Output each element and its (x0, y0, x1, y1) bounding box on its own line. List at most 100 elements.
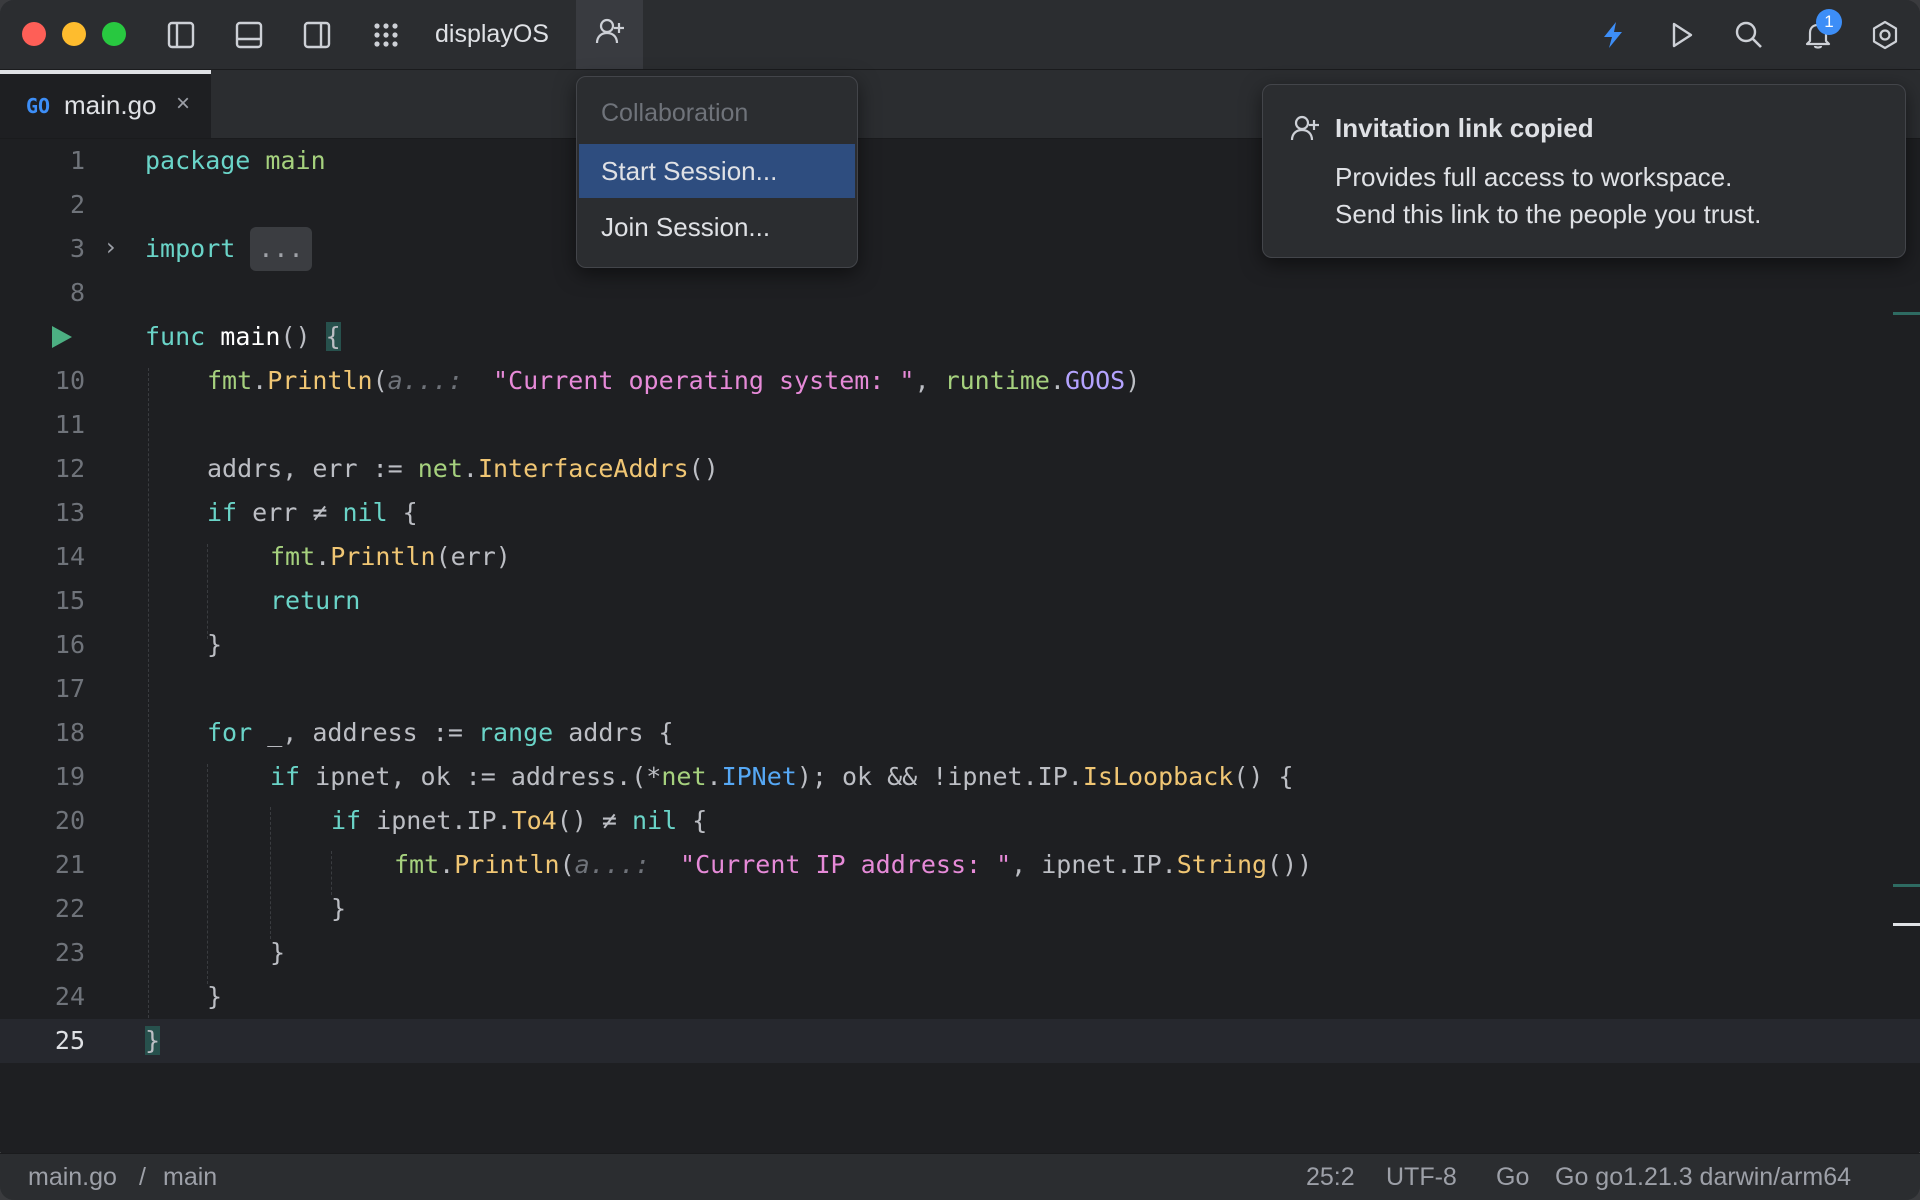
caret-position[interactable]: 25:2 (1306, 1162, 1355, 1192)
search-icon[interactable] (1728, 14, 1770, 56)
code-line: 18 for _, address := range addrs { (0, 711, 1920, 755)
code-text: func main() { (145, 322, 341, 351)
go-file-icon: GO (26, 94, 51, 118)
code-line: func main() { (0, 315, 1920, 359)
line-number: 3 (69, 234, 85, 263)
chevron-right-icon[interactable]: › (106, 233, 116, 261)
minimize-window-button[interactable] (62, 22, 86, 46)
code-line: 13 if err ≠ nil { (0, 491, 1920, 535)
code-text: } (145, 1026, 161, 1055)
line-number: 16 (54, 630, 85, 659)
code-line: 21 fmt.Println(a...: "Current IP address… (0, 843, 1920, 887)
lightning-icon[interactable] (1592, 14, 1634, 56)
code-line: 8 (0, 271, 1920, 315)
code-text: } (207, 630, 223, 659)
line-number: 10 (54, 366, 85, 395)
add-user-icon (594, 16, 626, 53)
file-language[interactable]: Go (1496, 1162, 1529, 1192)
code-line: 14 fmt.Println(err) (0, 535, 1920, 579)
sidebar-left-icon[interactable] (160, 14, 202, 56)
line-number: 22 (54, 894, 85, 923)
breadcrumb-function[interactable]: main (163, 1162, 217, 1192)
folded-imports[interactable]: ... (250, 227, 312, 271)
breadcrumb-separator: / (139, 1163, 146, 1191)
code-text: } (270, 938, 286, 967)
scrollbar-caret-marker[interactable] (1893, 923, 1920, 926)
menu-item-label: Join Session... (601, 212, 771, 242)
code-text: fmt.Println(err) (270, 542, 511, 571)
close-icon[interactable]: × (176, 90, 190, 118)
menu-item-join-session[interactable]: Join Session... (579, 200, 855, 254)
code-line: 23 } (0, 931, 1920, 975)
code-line: 19 if ipnet, ok := address.(*net.IPNet);… (0, 755, 1920, 799)
tab-label: main.go (64, 90, 157, 120)
code-text: } (331, 894, 347, 923)
run-gutter-icon[interactable] (52, 326, 72, 348)
scrollbar-marker[interactable] (1893, 312, 1920, 315)
line-number: 18 (54, 718, 85, 747)
title-bar: displayOS 1 (0, 0, 1920, 70)
panel-bottom-icon[interactable] (228, 14, 270, 56)
line-number: 24 (54, 982, 85, 1011)
notification-title: Invitation link copied (1335, 113, 1594, 143)
code-line-current: 25 } (0, 1019, 1920, 1063)
collaboration-button[interactable] (576, 0, 643, 69)
code-line: 22 } (0, 887, 1920, 931)
ide-window: displayOS 1 GO main.go × 1 package main … (0, 0, 1920, 1200)
code-text: if ipnet, ok := address.(*net.IPNet); ok… (270, 762, 1294, 791)
line-number: 21 (54, 850, 85, 879)
menu-item-start-session[interactable]: Start Session... (579, 144, 855, 198)
code-line: 24 } (0, 975, 1920, 1019)
line-number: 13 (54, 498, 85, 527)
add-user-icon (1289, 113, 1321, 150)
line-number: 14 (54, 542, 85, 571)
line-number: 1 (69, 146, 85, 175)
status-bar: main.go / main 25:2 UTF-8 Go Go go1.21.3… (0, 1153, 1920, 1200)
code-text: fmt.Println(a...: "Current operating sys… (207, 366, 1141, 395)
code-line: 15 return (0, 579, 1920, 623)
code-line: 12 addrs, err := net.InterfaceAddrs() (0, 447, 1920, 491)
line-number: 17 (54, 674, 85, 703)
notification-line: Provides full access to workspace. (1335, 162, 1733, 192)
apps-grid-icon[interactable] (365, 14, 407, 56)
go-sdk[interactable]: Go go1.21.3 darwin/arm64 (1555, 1162, 1851, 1192)
file-encoding[interactable]: UTF-8 (1386, 1162, 1457, 1192)
code-text: addrs, err := net.InterfaceAddrs() (207, 454, 719, 483)
code-line: 20 if ipnet.IP.To4() ≠ nil { (0, 799, 1920, 843)
menu-header: Collaboration (601, 99, 749, 127)
code-text: import ... (145, 227, 312, 271)
tab-main-go[interactable]: GO main.go × (0, 70, 211, 138)
code-text: if err ≠ nil { (207, 498, 418, 527)
code-line: 10 fmt.Println(a...: "Current operating … (0, 359, 1920, 403)
line-number: 8 (69, 278, 85, 307)
scrollbar-marker[interactable] (1893, 884, 1920, 887)
settings-icon[interactable] (1864, 14, 1906, 56)
code-text: } (207, 982, 223, 1011)
line-number: 2 (69, 190, 85, 219)
breadcrumb-file[interactable]: main.go (28, 1162, 117, 1192)
code-text: return (270, 586, 361, 615)
code-editor[interactable]: 1 package main 2 3 › import ... 8 func m… (0, 139, 1920, 1152)
code-text: package main (145, 146, 326, 175)
notification-popup[interactable]: Invitation link copied Provides full acc… (1262, 84, 1906, 258)
menu-item-label: Start Session... (601, 156, 778, 186)
collaboration-menu: Collaboration Start Session... Join Sess… (576, 76, 858, 268)
notification-body: Provides full access to workspace. Send … (1335, 159, 1761, 233)
zoom-window-button[interactable] (102, 22, 126, 46)
line-number: 15 (54, 586, 85, 615)
code-line: 17 (0, 667, 1920, 711)
line-number: 20 (54, 806, 85, 835)
sidebar-right-icon[interactable] (296, 14, 338, 56)
run-icon[interactable] (1660, 14, 1702, 56)
line-number: 25 (54, 1026, 85, 1055)
code-text: fmt.Println(a...: "Current IP address: "… (394, 850, 1313, 879)
code-text: for _, address := range addrs { (207, 718, 674, 747)
code-line: 16 } (0, 623, 1920, 667)
line-number: 12 (54, 454, 85, 483)
close-window-button[interactable] (22, 22, 46, 46)
code-line: 11 (0, 403, 1920, 447)
project-name[interactable]: displayOS (435, 18, 549, 50)
line-number: 11 (54, 410, 85, 439)
notification-count-badge: 1 (1816, 9, 1842, 35)
notification-line: Send this link to the people you trust. (1335, 199, 1762, 229)
